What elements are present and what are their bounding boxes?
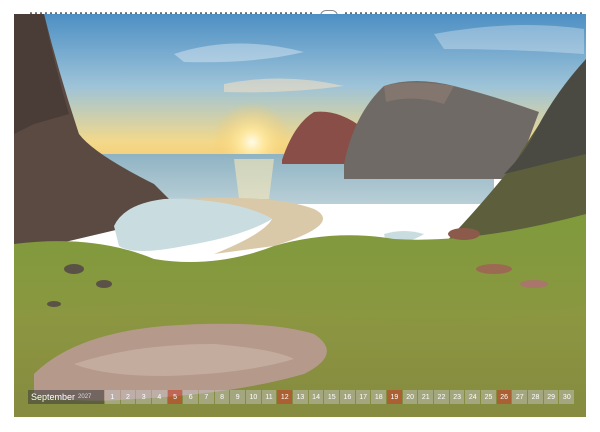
calendar-day: 20 [402,390,418,404]
calendar-day: 14 [308,390,324,404]
calendar-day: 29 [543,390,559,404]
month-label-box: September 2027 [28,390,104,404]
calendar-day: 9 [230,390,246,404]
calendar-day: 2 [120,390,136,404]
calendar-day: 4 [152,390,167,404]
calendar-bar: September 2027 1 2 3 4 5 6 7 8 9 10 11 12 13 14 15 16 17… [28,390,575,404]
calendar-day: 7 [199,390,214,404]
calendar-day: 24 [465,390,481,404]
calendar-day: 28 [528,390,543,404]
landscape-illustration [14,14,586,417]
calendar-day: 10 [246,390,261,404]
calendar-day: 22 [434,390,449,404]
landscape-photo [14,14,586,417]
calendar-day: 11 [261,390,277,404]
year-label: 2027 [78,394,92,400]
calendar-day: 5 [167,390,183,404]
calendar-day: 23 [449,390,465,404]
calendar-day: 30 [559,390,575,404]
calendar-day: 16 [340,390,355,404]
calendar-day: 27 [512,390,528,404]
calendar-day: 8 [214,390,230,404]
calendar-day: 19 [387,390,402,404]
calendar-day: 1 [105,390,120,404]
calendar-day: 12 [277,390,293,404]
calendar-day: 26 [496,390,512,404]
calendar-day: 21 [418,390,434,404]
calendar-day: 25 [481,390,496,404]
month-name: September [31,392,76,402]
calendar-day: 13 [293,390,308,404]
calendar-day: 3 [136,390,152,404]
calendar-day: 18 [371,390,387,404]
calendar-day: 6 [183,390,199,404]
calendar-day: 17 [355,390,371,404]
calendar-day: 15 [324,390,340,404]
